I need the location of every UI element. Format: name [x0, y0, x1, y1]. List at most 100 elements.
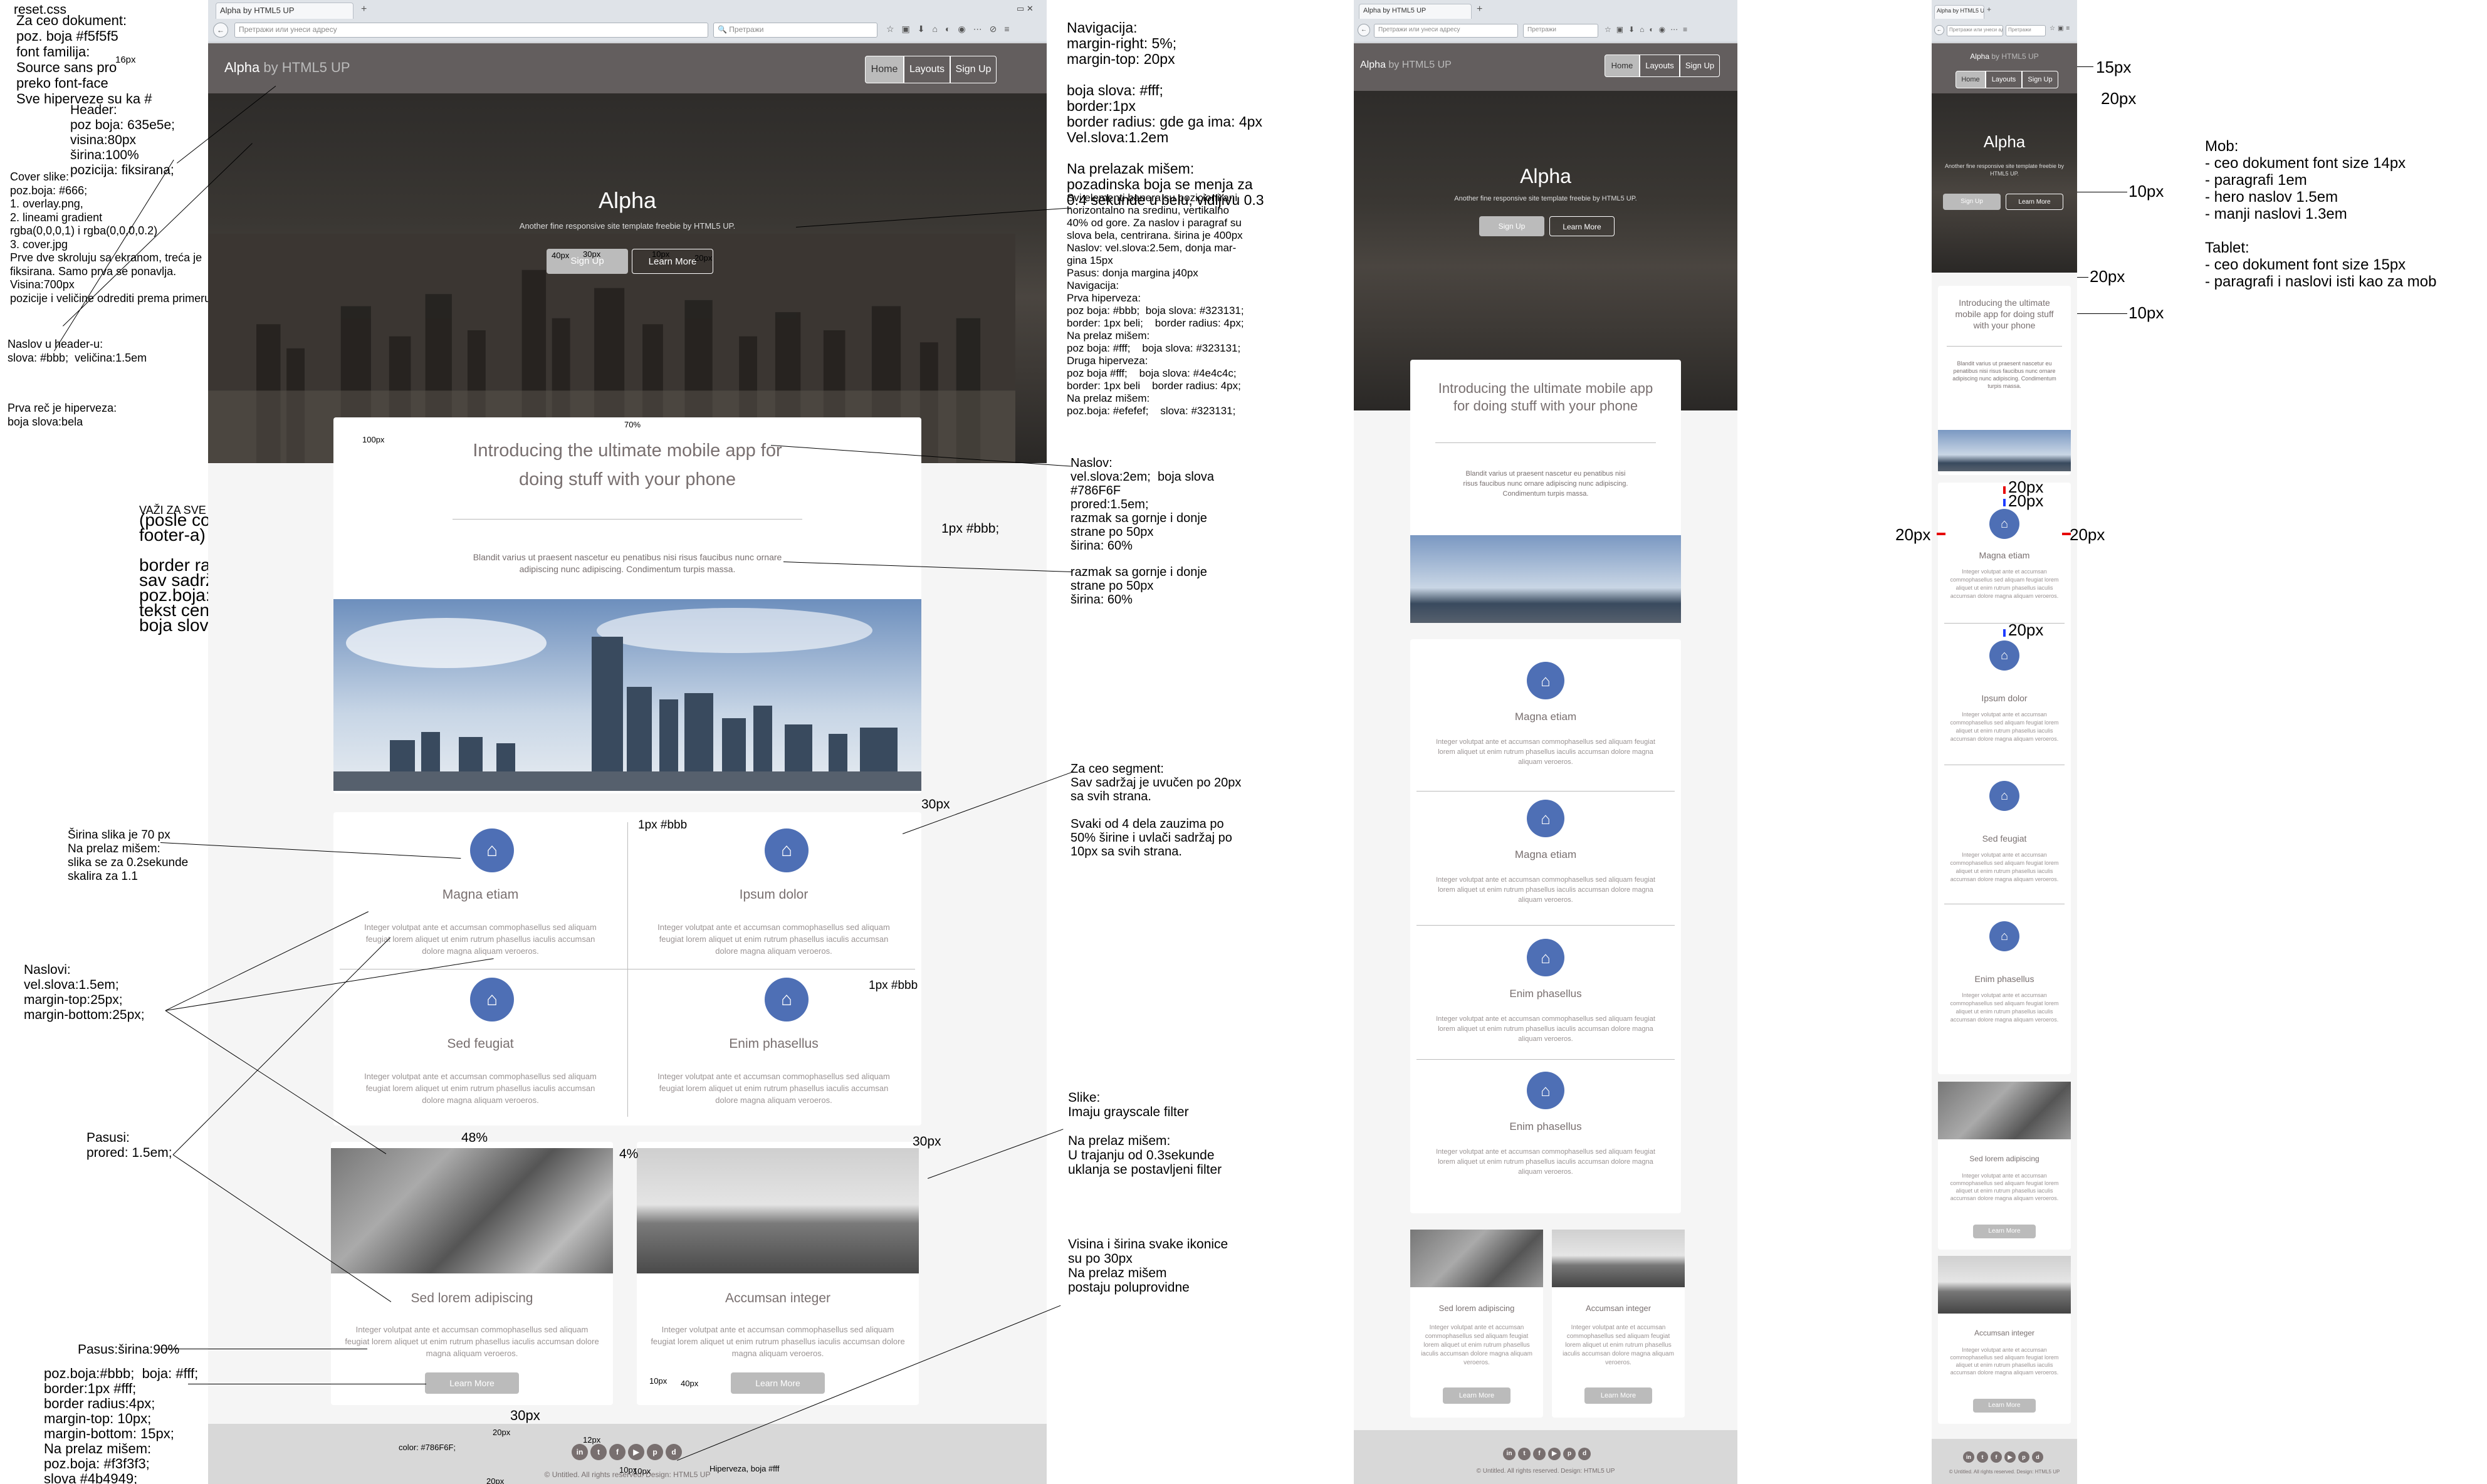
nav-home[interactable]: Home: [865, 56, 904, 83]
intro-text: Blandit varius ut praesent nascetur eu p…: [1952, 360, 2056, 389]
vimeo-icon[interactable]: f: [609, 1444, 626, 1460]
feature-text: Integer volutpat ante et accumsan commop…: [1950, 711, 2059, 742]
hero-learn-more-button[interactable]: Learn More: [1549, 216, 1615, 236]
dim-label: 10px: [652, 249, 670, 259]
search-bar[interactable]: Претражи: [2006, 25, 2046, 36]
back-icon[interactable]: ←: [1358, 24, 1370, 36]
linkedin-icon[interactable]: in: [572, 1444, 588, 1460]
note-paragraph-width: Pasus:širina:90%: [78, 1342, 180, 1357]
browser-tab[interactable]: Alpha by HTML5 UP: [216, 3, 353, 19]
linkedin-icon[interactable]: in: [1503, 1448, 1516, 1460]
nav-layouts[interactable]: Layouts: [904, 56, 950, 83]
feature-title: Magna etiam: [442, 887, 519, 902]
vimeo-icon[interactable]: f: [1991, 1451, 2002, 1463]
home-icon[interactable]: ⌂: [1989, 640, 2019, 671]
home-icon[interactable]: ⌂: [1989, 781, 2019, 811]
feature-divider: [1416, 791, 1675, 792]
url-bar[interactable]: Претражи или унеси адресу: [1374, 24, 1518, 38]
window-controls-icon[interactable]: ▭ ✕: [1017, 4, 1034, 14]
home-icon[interactable]: ⌂: [1527, 800, 1564, 837]
hero-signup-button[interactable]: Sign Up: [1943, 194, 2001, 210]
dim-label: 10px: [2128, 303, 2164, 322]
nav-signup[interactable]: Sign Up: [1680, 55, 1720, 77]
search-bar[interactable]: Претражи: [1523, 24, 1598, 38]
back-icon[interactable]: ←: [1934, 25, 1944, 35]
learn-more-button[interactable]: Learn More: [425, 1372, 519, 1394]
hero-subtitle: Another fine responsive site template fr…: [519, 221, 736, 231]
learn-more-button[interactable]: Learn More: [1584, 1387, 1652, 1404]
dim-label: 1px #bbb: [869, 979, 918, 992]
note-navigation: Navigacija: margin-right: 5%; margin-top…: [1067, 19, 1264, 208]
dim-label: 20px: [486, 1476, 505, 1484]
linkedin-icon[interactable]: in: [1963, 1451, 1974, 1463]
learn-more-button[interactable]: Learn More: [731, 1372, 825, 1394]
home-icon[interactable]: ⌂: [470, 828, 514, 872]
home-icon[interactable]: ⌂: [1989, 921, 2019, 951]
search-bar[interactable]: 🔍 Претражи: [713, 23, 877, 38]
nav-layouts[interactable]: Layouts: [1640, 55, 1680, 77]
site-logo[interactable]: Alpha by HTML5 UP: [224, 60, 350, 76]
hero-signup-button[interactable]: Sign Up: [1479, 216, 1544, 236]
feature-vdivider: [627, 822, 628, 1117]
url-bar[interactable]: Претражи или унеси адресу: [234, 23, 708, 38]
home-icon[interactable]: ⌂: [1989, 509, 2019, 539]
features-card: ⌂ Magna etiam Integer volutpat ante et a…: [1410, 639, 1681, 1213]
url-bar[interactable]: Претражи или унеси адресу: [1947, 25, 2003, 36]
nav-home[interactable]: Home: [1956, 71, 1986, 88]
note-images: Slike: Imaju grayscale filter Na prelaz …: [1068, 1090, 1222, 1177]
learn-more-button[interactable]: Learn More: [1973, 1399, 2036, 1413]
play-icon[interactable]: ▶: [628, 1444, 644, 1460]
home-icon[interactable]: ⌂: [765, 828, 809, 872]
pinterest-icon[interactable]: p: [2018, 1451, 2029, 1463]
home-icon[interactable]: ⌂: [470, 978, 514, 1022]
hero-learn-more-button[interactable]: Learn More: [2006, 194, 2063, 210]
dim-label: Hiperveza, boja #fff: [709, 1464, 780, 1473]
play-icon[interactable]: ▶: [2004, 1451, 2016, 1463]
pinterest-icon[interactable]: p: [647, 1444, 663, 1460]
site-logo[interactable]: Alpha by HTML5 UP: [1932, 52, 2077, 61]
hero-subtitle: Another fine responsive site template fr…: [1944, 163, 2065, 177]
toolbar-icons[interactable]: ☆▣⬇⌂◐◉⋯⊘≡: [886, 24, 1017, 34]
tumblr-icon[interactable]: t: [1518, 1448, 1531, 1460]
new-tab-icon[interactable]: +: [1477, 4, 1482, 15]
dribbble-icon[interactable]: d: [2032, 1451, 2043, 1463]
home-icon[interactable]: ⌂: [1527, 662, 1564, 699]
windmill-desert-image: [637, 1148, 919, 1273]
play-icon[interactable]: ▶: [1548, 1448, 1561, 1460]
browser-chrome: Alpha by HTML5 UP + ← Претражи или унеси…: [1354, 0, 1737, 43]
nav-signup[interactable]: Sign Up: [950, 56, 997, 83]
nav-layouts[interactable]: Layouts: [1986, 71, 2022, 88]
browser-tab[interactable]: Alpha by HTML5 UP: [1934, 5, 1984, 19]
home-icon[interactable]: ⌂: [1527, 939, 1564, 976]
dribbble-icon[interactable]: d: [666, 1444, 682, 1460]
new-tab-icon[interactable]: +: [1987, 5, 1991, 14]
back-icon[interactable]: ←: [213, 23, 228, 38]
tumblr-icon[interactable]: t: [1977, 1451, 1988, 1463]
padding-marker-top: [2003, 499, 2006, 506]
dim-label: 100px: [362, 435, 385, 444]
note-header: Header: poz boja: 635e5e; visina:80px ši…: [70, 103, 175, 177]
new-tab-icon[interactable]: +: [361, 4, 367, 15]
dim-label: 10px: [649, 1376, 668, 1386]
learn-more-button[interactable]: Learn More: [1443, 1387, 1511, 1404]
nav-home[interactable]: Home: [1605, 55, 1640, 77]
browser-tab[interactable]: Alpha by HTML5 UP: [1359, 4, 1472, 19]
site-logo[interactable]: Alpha by HTML5 UP: [1360, 60, 1452, 71]
learn-more-button[interactable]: Learn More: [1973, 1225, 2036, 1238]
pinterest-icon[interactable]: p: [1563, 1448, 1576, 1460]
nav-signup[interactable]: Sign Up: [2022, 71, 2058, 88]
gallery-card-left: Sed lorem adipiscing Integer volutpat an…: [1410, 1230, 1543, 1418]
tablet-browser: Alpha by HTML5 UP + ← Претражи или унеси…: [1354, 0, 1737, 1484]
skyline-photo-image: [1938, 430, 2071, 471]
toolbar-icons[interactable]: ☆▣≡: [2050, 25, 2072, 32]
toolbar-icons[interactable]: ☆▣⬇⌂◐◉⋯≡: [1605, 25, 1692, 34]
home-icon[interactable]: ⌂: [1527, 1072, 1564, 1109]
gallery-text: Integer volutpat ante et accumsan commop…: [651, 1325, 905, 1358]
home-icon[interactable]: ⌂: [765, 978, 809, 1022]
dim-label: 1px #bbb: [638, 818, 688, 832]
dribbble-icon[interactable]: d: [1578, 1448, 1591, 1460]
vimeo-icon[interactable]: f: [1533, 1448, 1546, 1460]
dim-label: 10px: [2128, 182, 2164, 201]
feature-divider: [1416, 1059, 1675, 1060]
tumblr-icon[interactable]: t: [590, 1444, 607, 1460]
